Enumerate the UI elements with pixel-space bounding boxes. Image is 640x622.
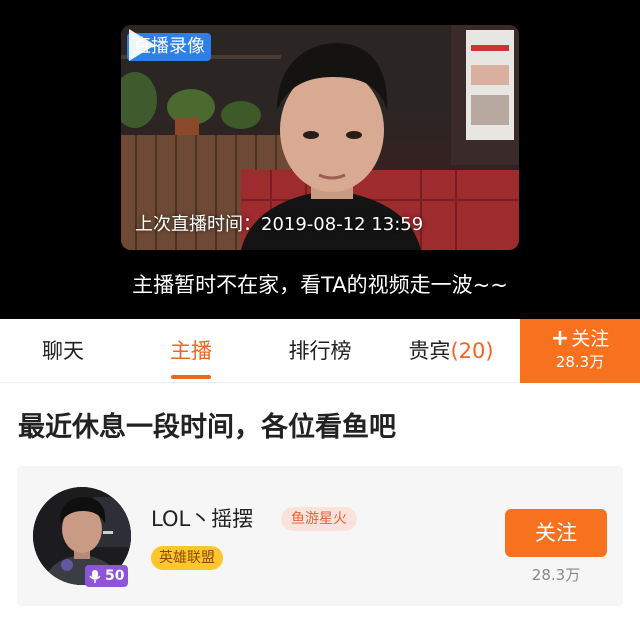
player-area: 直播录像 上次直播时间：2019-08-12 13:59 主播暂时不在家，看TA… — [0, 0, 640, 319]
tab-vip-label: 贵宾 — [408, 339, 451, 363]
tab-streamer[interactable]: 主播 — [146, 319, 236, 383]
tab-ranking[interactable]: 排行榜 — [270, 319, 370, 383]
follow-button[interactable]: 关注 — [505, 509, 607, 557]
away-message: 主播暂时不在家，看TA的视频走一波~~ — [132, 273, 508, 297]
fan-badge: 鱼游星火 — [281, 507, 357, 531]
video-thumbnail[interactable]: 直播录像 上次直播时间：2019-08-12 13:59 — [121, 25, 519, 250]
follow-tab-button[interactable]: + 关注 28.3万 — [520, 319, 640, 383]
play-icon[interactable] — [121, 25, 161, 65]
game-category-badge[interactable]: 英雄联盟 — [151, 546, 223, 570]
streamer-name: LOL丶摇摆 — [151, 507, 254, 531]
tab-vip[interactable]: 贵宾(20) — [396, 319, 506, 383]
level-badge: 50 — [85, 565, 129, 587]
follow-tab-count: 28.3万 — [555, 353, 605, 371]
level-value: 50 — [105, 568, 125, 584]
tab-vip-count: (20) — [450, 339, 494, 363]
last-live-time: 上次直播时间：2019-08-12 13:59 — [135, 214, 424, 235]
active-tab-indicator — [171, 375, 211, 379]
follower-count: 28.3万 — [531, 566, 581, 584]
avatar[interactable]: 50 — [33, 487, 131, 587]
streamer-card: 50 LOL丶摇摆 鱼游星火 英雄联盟 关注 28.3万 — [17, 466, 623, 606]
streamer-notice: 最近休息一段时间，各位看鱼吧 — [18, 412, 396, 443]
plus-icon: + — [550, 326, 570, 351]
tab-chat[interactable]: 聊天 — [18, 319, 108, 383]
microphone-icon — [89, 570, 101, 583]
follow-tab-label: 关注 — [571, 328, 610, 350]
